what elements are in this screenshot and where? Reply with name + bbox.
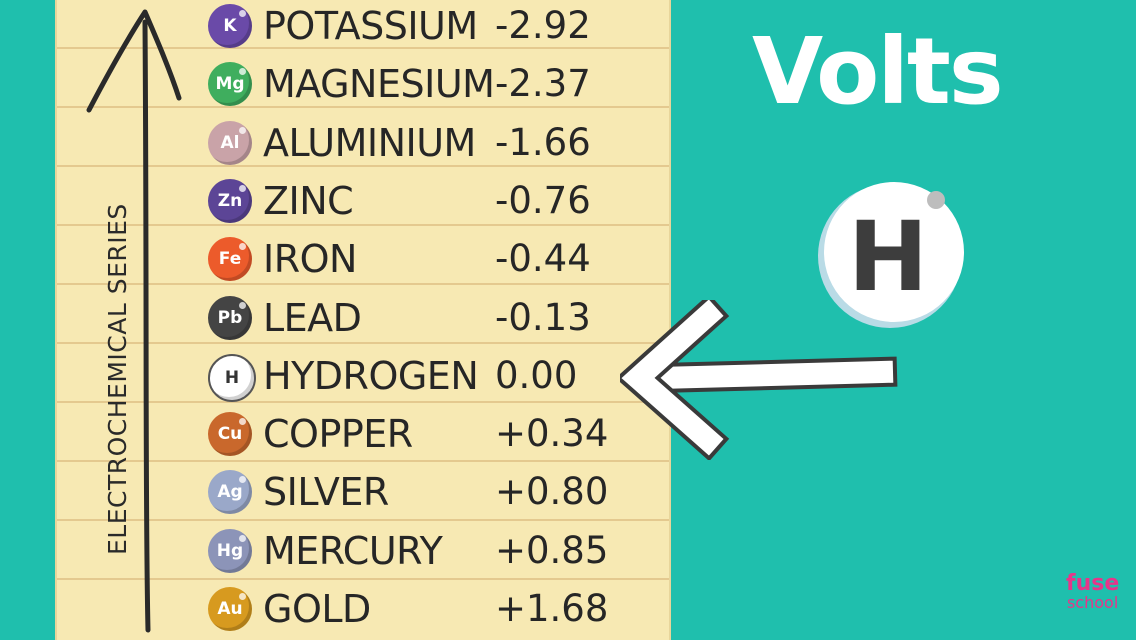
element-row: Pb LEAD -0.13: [205, 292, 625, 342]
pointer-arrow-icon: [620, 300, 898, 460]
electrode-potential: +0.80: [495, 470, 609, 514]
electrode-potential: +0.34: [495, 412, 609, 456]
element-badge: Cu: [208, 412, 252, 457]
element-badge: Mg: [208, 62, 252, 107]
logo-line1: fuse: [1066, 571, 1120, 596]
electrode-potential: +1.68: [495, 587, 609, 630]
element-badge: Hg: [208, 528, 252, 573]
electrode-potential: +0.85: [495, 528, 609, 572]
element-badge: Au: [208, 587, 252, 631]
series-arrow-icon: [86, 9, 182, 633]
electrode-potential: -0.13: [495, 295, 591, 339]
volts-heading: Volts: [752, 18, 1004, 125]
element-row: Fe IRON -0.44: [205, 233, 625, 283]
logo-line2: school: [1066, 593, 1119, 612]
element-badge: H: [208, 353, 256, 402]
electrode-potential: -0.76: [495, 178, 591, 222]
element-name: COPPER: [263, 412, 413, 457]
element-name: SILVER: [263, 470, 389, 515]
background-strip: [0, 0, 55, 640]
electrode-potential: -2.92: [495, 4, 591, 47]
element-name: IRON: [263, 237, 357, 282]
element-badge: Fe: [208, 237, 252, 282]
element-badge: Ag: [208, 470, 252, 515]
element-name: ZINC: [263, 178, 354, 223]
element-name: GOLD: [263, 587, 371, 631]
element-name: MERCURY: [263, 528, 443, 573]
element-row: Ag SILVER +0.80: [205, 466, 625, 516]
electrode-potential: 0.00: [495, 353, 578, 397]
element-row: Al ALUMINIUM -1.66: [205, 117, 625, 167]
element-name: MAGNESIUM: [263, 62, 495, 107]
electrode-potential: -1.66: [495, 120, 591, 164]
hydrogen-symbol: H: [848, 201, 928, 313]
fuse-school-logo: fuse school: [1066, 573, 1119, 611]
element-row: H HYDROGEN 0.00: [205, 350, 625, 402]
electrochemical-series-label: ELECTROCHEMICAL SERIES: [103, 203, 132, 555]
element-badge: Pb: [208, 295, 252, 340]
element-name: LEAD: [263, 295, 362, 340]
element-row: Mg MAGNESIUM -2.37: [205, 58, 625, 108]
electrode-potential: -2.37: [495, 62, 591, 106]
element-name: ALUMINIUM: [263, 120, 476, 165]
electrode-potential: -0.44: [495, 237, 591, 281]
element-name: HYDROGEN: [263, 353, 479, 398]
element-badge: Al: [208, 120, 252, 165]
element-badge: Zn: [208, 178, 252, 223]
element-row: Hg MERCURY +0.85: [205, 525, 625, 575]
element-row: Au GOLD +1.68: [205, 583, 625, 633]
element-row: K POTASSIUM -2.92: [205, 0, 625, 50]
element-row: Zn ZINC -0.76: [205, 175, 625, 225]
element-badge: K: [208, 4, 252, 48]
element-name: POTASSIUM: [263, 4, 478, 48]
element-row: Cu COPPER +0.34: [205, 408, 625, 458]
